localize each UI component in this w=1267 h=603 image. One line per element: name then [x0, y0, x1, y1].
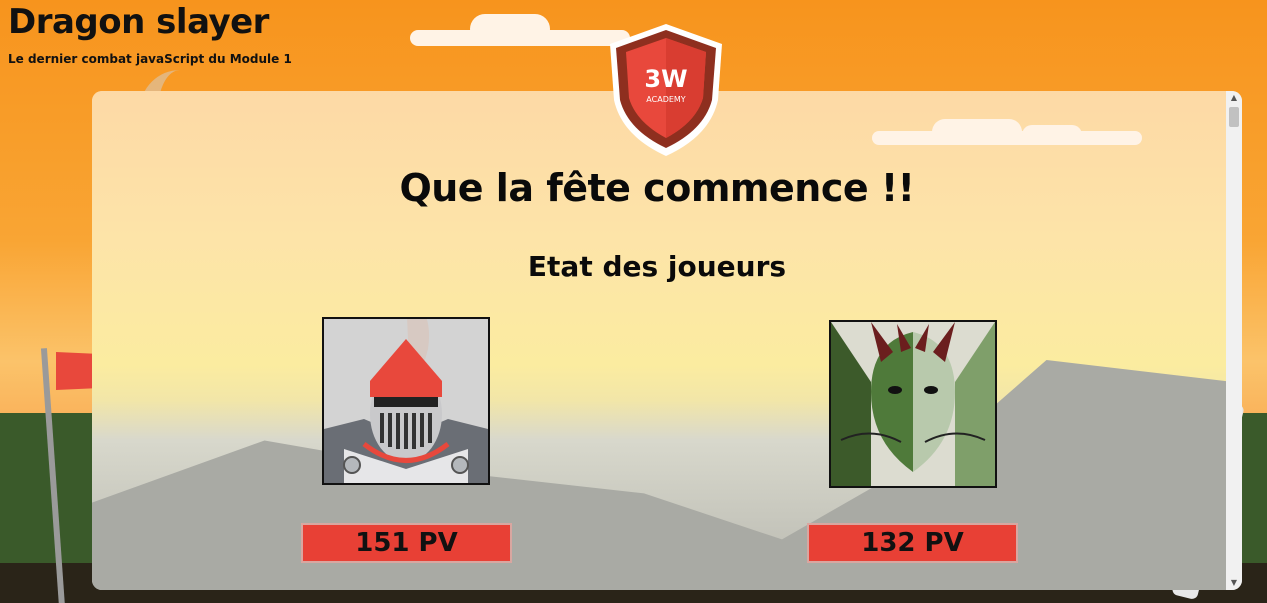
logo-text-3w: 3W [644, 65, 687, 93]
scroll-up-arrow-icon[interactable]: ▲ [1226, 91, 1242, 105]
site-title: Dragon slayer [8, 2, 269, 42]
dragon-hp-bar: 132 PV [807, 523, 1018, 563]
scroll-down-arrow-icon[interactable]: ▼ [1226, 576, 1242, 590]
cloud [470, 14, 550, 44]
knight-portrait [322, 317, 490, 485]
site-subtitle: Le dernier combat javaScript du Module 1 [8, 52, 292, 66]
main-title: Que la fête commence !! [399, 166, 915, 210]
dragon-icon [831, 322, 995, 486]
scroll-thumb[interactable] [1229, 107, 1239, 127]
scrollbar[interactable]: ▲ ▼ [1226, 91, 1242, 590]
logo-text-academy: ACADEMY [646, 95, 686, 104]
cloud [1022, 125, 1082, 145]
academy-shield-logo: 3W ACADEMY [606, 20, 726, 160]
cloud [932, 119, 1022, 145]
dragon-portrait [829, 320, 997, 488]
knight-icon [324, 319, 488, 483]
knight-hp-bar: 151 PV [301, 523, 512, 563]
players-status-title: Etat des joueurs [527, 250, 787, 283]
